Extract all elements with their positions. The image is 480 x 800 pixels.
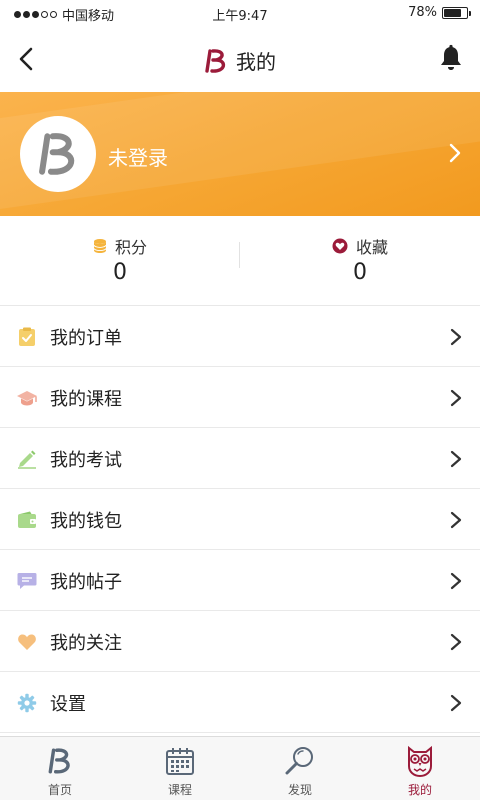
- avatar: [20, 116, 96, 192]
- tab-bar: 首页 课程 发现 我的: [0, 736, 480, 800]
- menu-item-posts[interactable]: 我的帖子: [0, 550, 480, 611]
- login-status-text: 未登录: [108, 146, 168, 170]
- gear-icon: [17, 693, 37, 713]
- menu-label: 我的订单: [50, 328, 122, 349]
- status-right: 78%: [408, 5, 471, 20]
- tab-mine[interactable]: 我的: [360, 737, 480, 800]
- menu-icon-wrap: [16, 448, 38, 470]
- menu-item-settings[interactable]: 设置: [0, 672, 480, 733]
- heart-icon: [18, 634, 36, 650]
- stat-points[interactable]: 积分 0: [0, 216, 240, 306]
- screen: 中国移动 上午9:47 78% 我的 未登录 积分 0 收藏 0 我的订单 我的…: [0, 0, 480, 800]
- stat-points-head: 积分: [0, 234, 240, 258]
- tab-icon-wrap: [404, 745, 436, 778]
- chevron-right-icon: [450, 389, 462, 407]
- tab-icon-wrap: [284, 745, 316, 777]
- chevron-right-icon: [450, 633, 462, 651]
- notification-button[interactable]: [438, 44, 464, 72]
- menu-label: 我的关注: [50, 633, 122, 654]
- avatar-logo-icon: [39, 133, 75, 175]
- chevron-right-icon: [450, 450, 462, 468]
- tab-label: 我的: [407, 783, 432, 797]
- menu-list: 我的订单 我的课程 我的考试 我的钱包 我的帖子 我的关注 设置: [0, 306, 480, 733]
- chevron-right-icon: [450, 694, 462, 712]
- calendar-icon: [166, 748, 194, 775]
- wallet-icon: [18, 511, 36, 528]
- menu-icon-wrap: [16, 509, 38, 531]
- stat-points-label: 积分: [114, 238, 147, 257]
- coins-icon: [93, 239, 107, 253]
- tab-discover[interactable]: 发现: [240, 737, 360, 800]
- status-bar: 中国移动 上午9:47 78%: [0, 0, 480, 26]
- stat-points-value: 0: [113, 260, 127, 285]
- stat-favorites-label: 收藏: [355, 238, 388, 257]
- message-icon: [17, 573, 37, 589]
- battery-fill: [444, 8, 462, 17]
- page-title: 我的: [0, 46, 480, 75]
- menu-icon-wrap: [16, 692, 38, 714]
- stat-favorites-value: 0: [353, 260, 367, 285]
- menu-item-orders[interactable]: 我的订单: [0, 306, 480, 367]
- stat-favorites[interactable]: 收藏 0: [240, 216, 480, 306]
- menu-label: 我的课程: [50, 389, 122, 410]
- owl-icon: [408, 745, 432, 778]
- pencil-icon: [18, 450, 36, 469]
- magnifier-icon: [285, 747, 313, 775]
- heart-icon: [332, 238, 348, 254]
- battery-icon: [442, 6, 471, 19]
- menu-icon-wrap: [16, 387, 38, 409]
- tab-icon-wrap: [44, 745, 76, 777]
- tab-icon-wrap: [164, 745, 196, 777]
- menu-icon-wrap: [16, 631, 38, 653]
- graduation-cap-icon: [17, 391, 37, 406]
- menu-item-wallet[interactable]: 我的钱包: [0, 489, 480, 550]
- chevron-right-icon: [450, 328, 462, 346]
- menu-label: 我的钱包: [50, 511, 122, 532]
- chevron-right-icon: [450, 572, 462, 590]
- profile-banner[interactable]: 未登录: [0, 92, 480, 216]
- home-logo-icon: [48, 748, 70, 774]
- menu-icon-wrap: [16, 326, 38, 348]
- menu-item-following[interactable]: 我的关注: [0, 611, 480, 672]
- menu-icon-wrap: [16, 570, 38, 592]
- tab-label: 课程: [167, 783, 192, 797]
- battery-percent: 78%: [408, 5, 437, 20]
- brand-logo-icon: [205, 48, 226, 73]
- menu-label: 我的帖子: [50, 572, 122, 593]
- nav-bar: 我的: [0, 26, 480, 92]
- chevron-right-icon: [449, 143, 461, 163]
- tab-courses[interactable]: 课程: [120, 737, 240, 800]
- menu-label: 我的考试: [50, 450, 122, 471]
- menu-item-exams[interactable]: 我的考试: [0, 428, 480, 489]
- menu-item-courses[interactable]: 我的课程: [0, 367, 480, 428]
- tab-label: 发现: [287, 783, 312, 797]
- bell-icon: [441, 44, 461, 70]
- chevron-right-icon: [450, 511, 462, 529]
- tab-label: 首页: [47, 783, 72, 797]
- stats-row: 积分 0 收藏 0: [0, 216, 480, 306]
- tab-home[interactable]: 首页: [0, 737, 120, 800]
- order-icon: [19, 327, 35, 346]
- stat-favorites-head: 收藏: [240, 234, 480, 258]
- menu-label: 设置: [50, 694, 86, 715]
- nav-title-text: 我的: [236, 50, 276, 74]
